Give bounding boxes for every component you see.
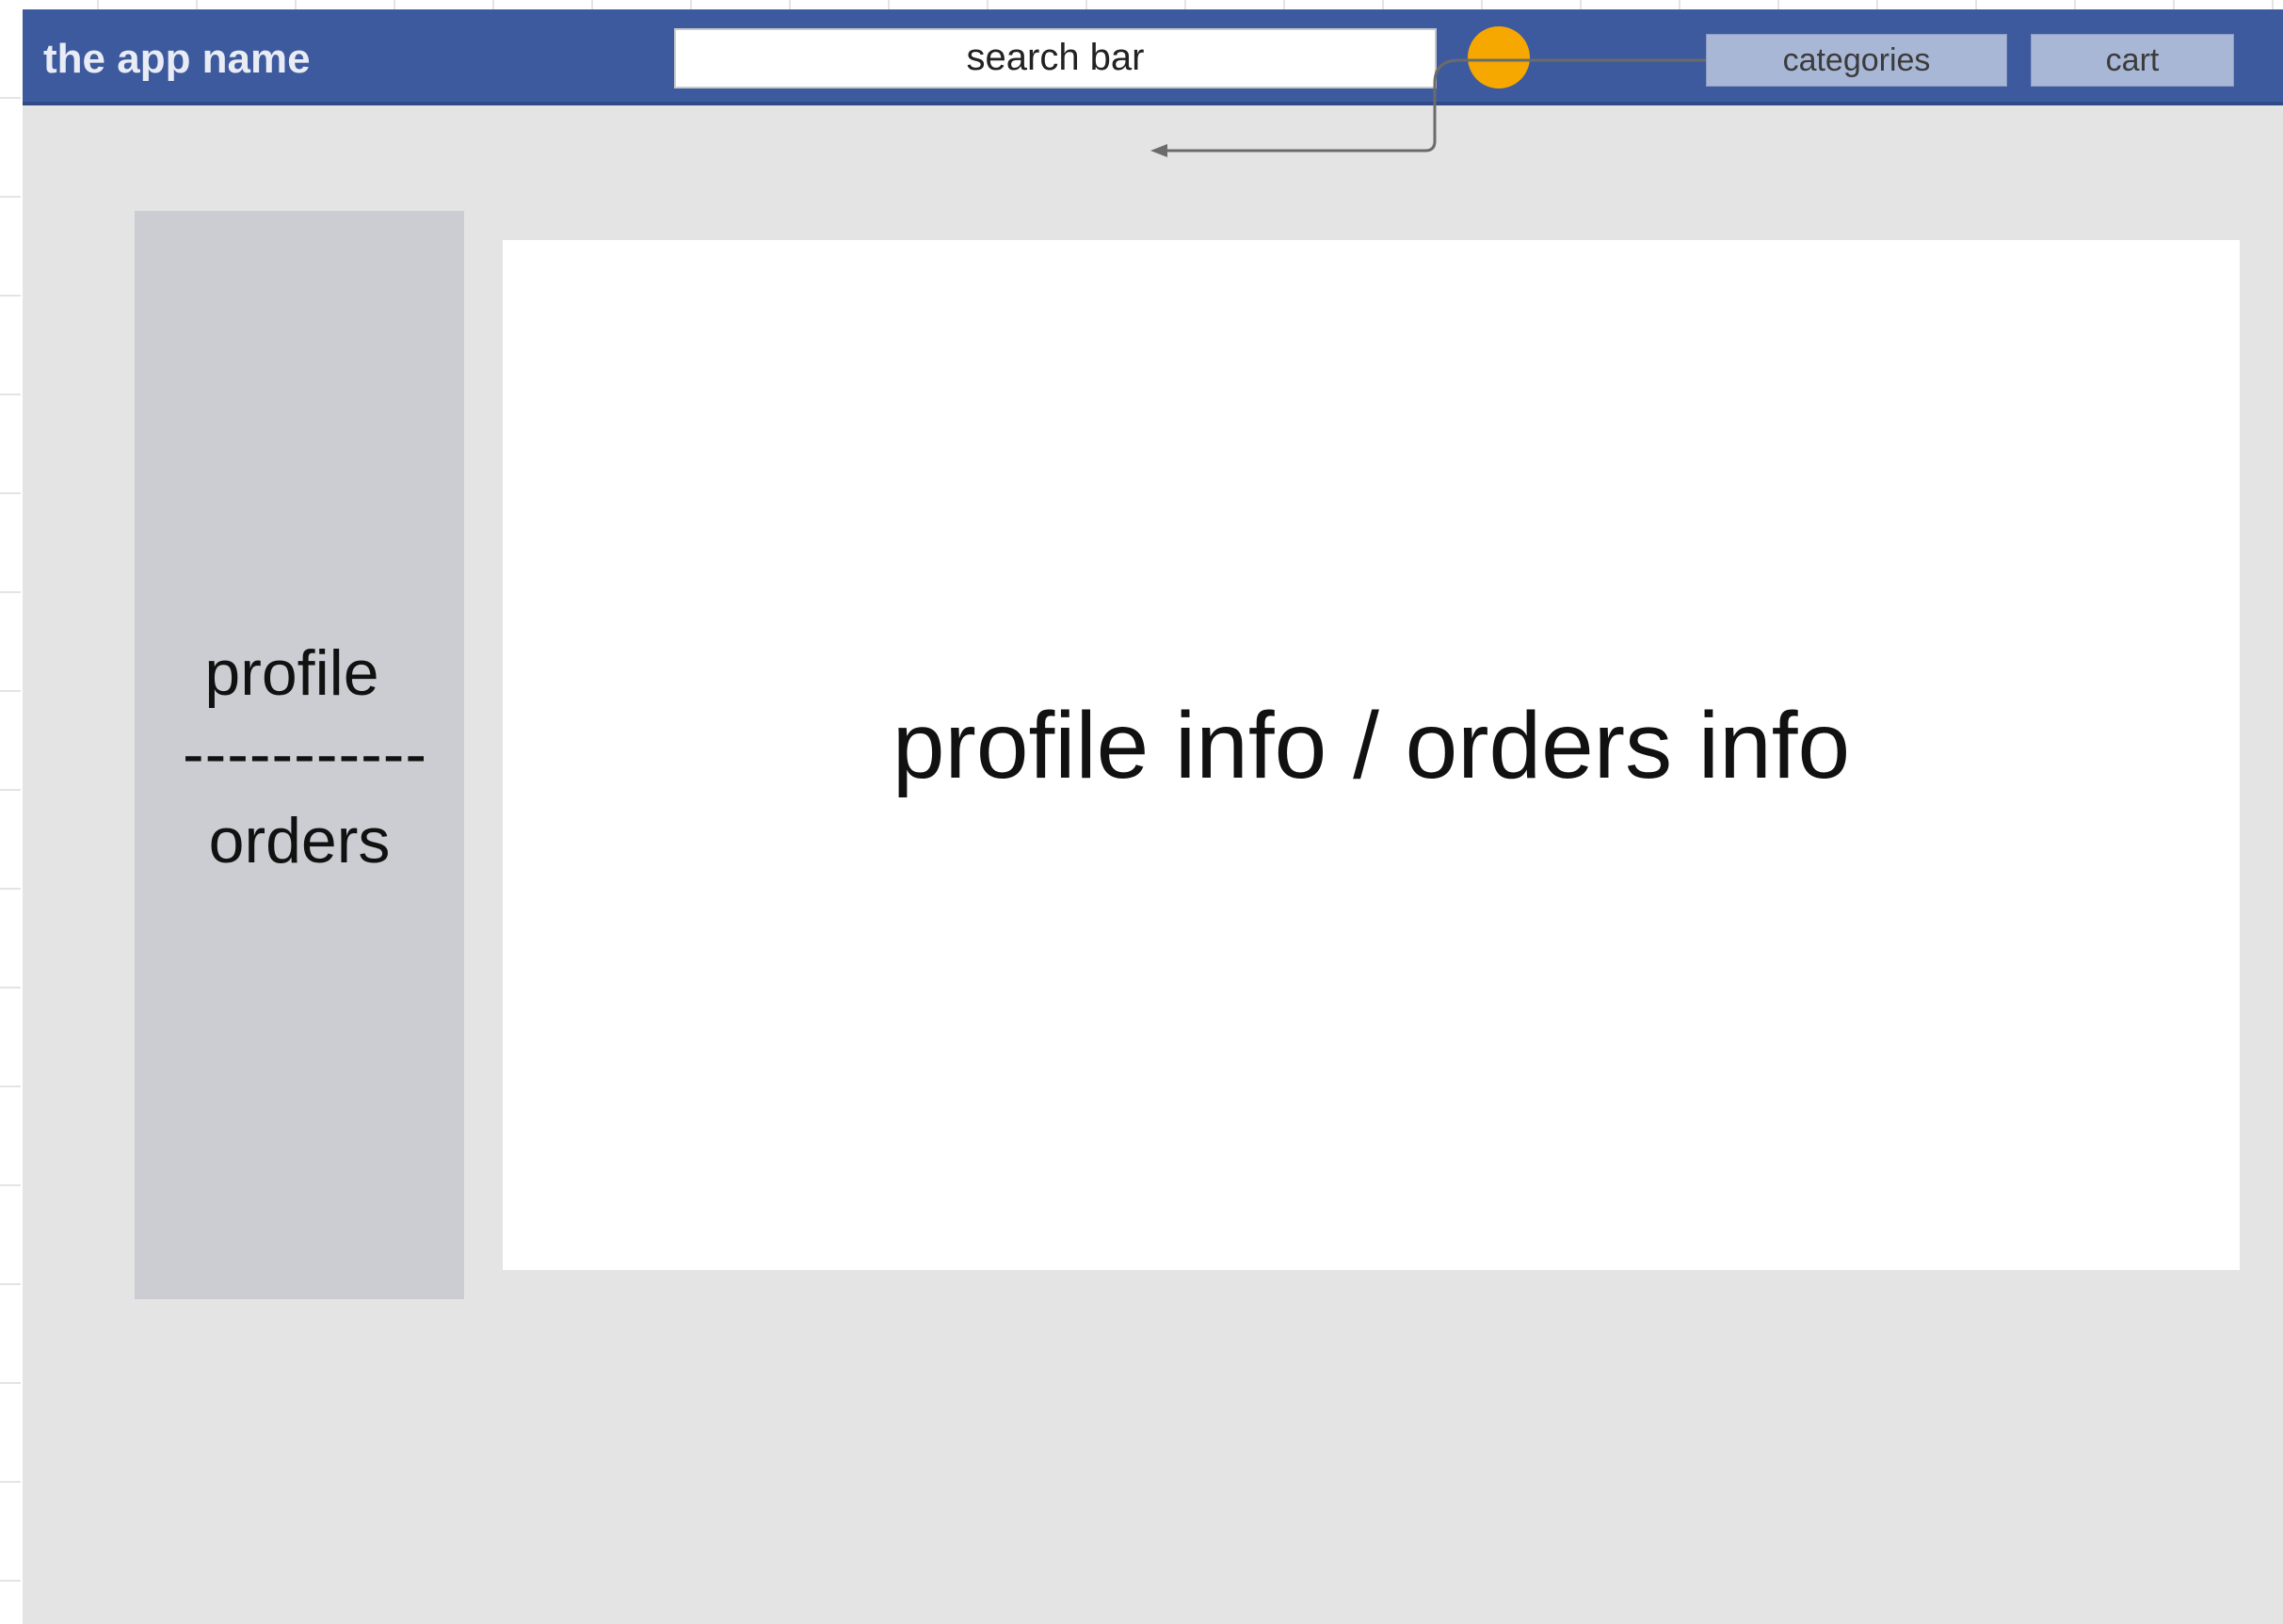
sidebar-item-profile[interactable]: profile <box>127 636 457 710</box>
page: the app name search bar categories cart … <box>23 9 2283 1624</box>
wireframe-canvas: the app name search bar categories cart … <box>0 0 2283 1624</box>
search-icon[interactable] <box>1468 26 1530 88</box>
categories-button[interactable]: categories <box>1706 34 2007 87</box>
app-name[interactable]: the app name <box>43 36 311 83</box>
search-input[interactable]: search bar <box>674 28 1437 88</box>
content-placeholder: profile info / orders info <box>892 693 1851 798</box>
cart-button[interactable]: cart <box>2031 34 2234 87</box>
canvas-grid-left <box>0 0 21 1624</box>
sidebar-divider: ----------- <box>182 718 428 790</box>
top-navbar: the app name search bar categories cart <box>23 9 2283 105</box>
sidebar: profile ----------- orders <box>135 211 464 1299</box>
content-panel: profile info / orders info <box>503 240 2240 1270</box>
connector-arrowhead <box>1150 144 1167 157</box>
canvas-grid-top <box>0 0 2283 9</box>
sidebar-item-orders[interactable]: orders <box>135 804 464 877</box>
